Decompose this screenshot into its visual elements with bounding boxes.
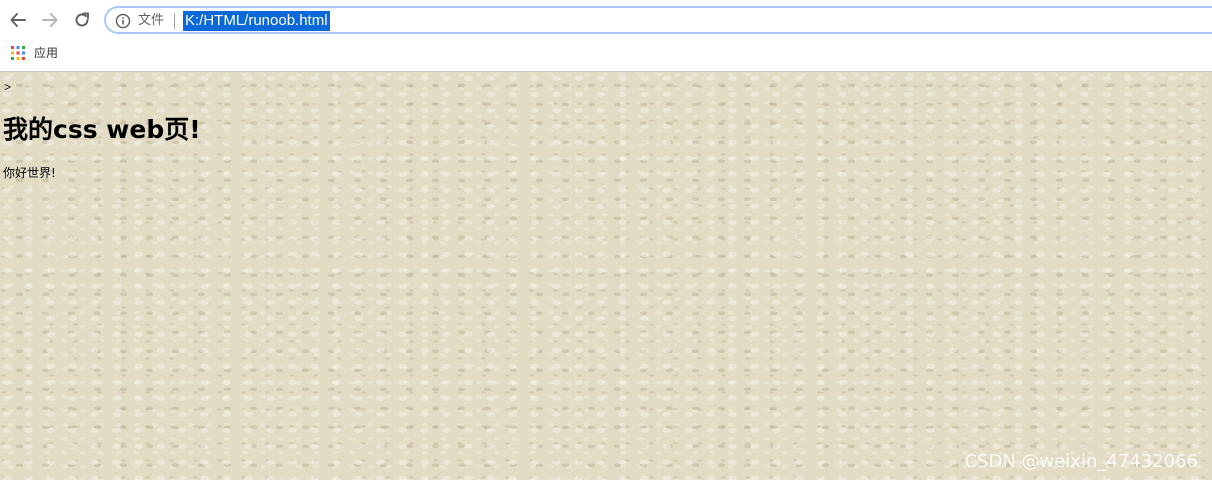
browser-window: 文件 K:/HTML/runoob.html 应用 > 我的css web页! … — [0, 0, 1212, 480]
bookmark-apps[interactable]: 应用 — [34, 45, 58, 61]
info-circle-icon[interactable] — [115, 13, 131, 29]
watermark: CSDN @weixin_47432066 — [964, 451, 1198, 472]
bookmarks-bar: 应用 — [0, 40, 1212, 72]
arrow-left-icon — [10, 13, 26, 27]
arrow-right-icon — [42, 13, 58, 27]
browser-toolbar: 文件 K:/HTML/runoob.html — [0, 0, 1212, 40]
reload-icon — [75, 12, 89, 27]
file-scheme-label: 文件 — [138, 13, 165, 28]
url-text[interactable]: K:/HTML/runoob.html — [183, 11, 330, 31]
stray-text: > — [4, 80, 12, 94]
address-bar[interactable]: 文件 K:/HTML/runoob.html — [104, 6, 1212, 34]
reload-button[interactable] — [70, 8, 94, 32]
back-button[interactable] — [6, 8, 30, 32]
forward-button[interactable] — [38, 8, 62, 32]
address-separator — [174, 13, 175, 29]
page-heading: 我的css web页! — [3, 115, 201, 144]
apps-grid-icon[interactable] — [11, 46, 25, 60]
page-viewport: > 我的css web页! 你好世界! CSDN @weixin_4743206… — [0, 72, 1212, 480]
page-paragraph: 你好世界! — [3, 166, 56, 180]
